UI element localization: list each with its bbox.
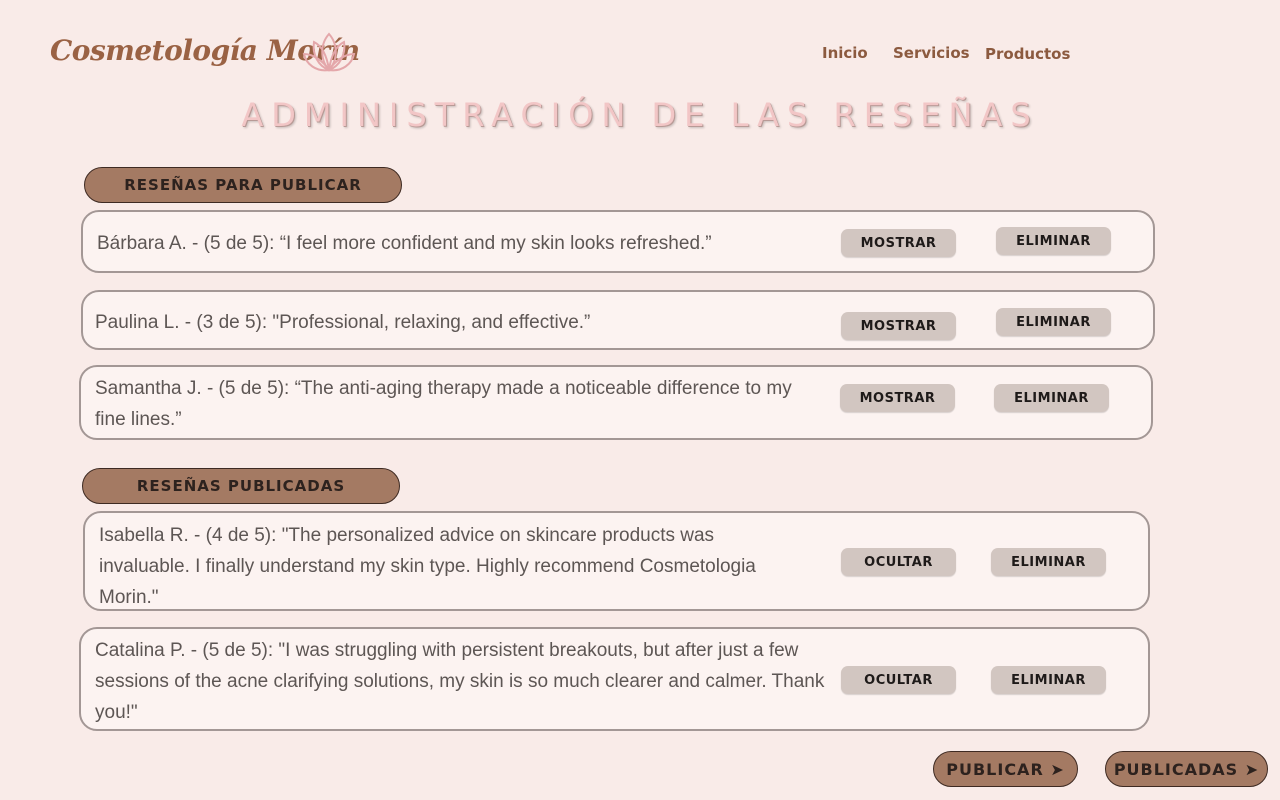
- review-text: Samantha J. - (5 de 5): “The anti-aging …: [95, 378, 792, 430]
- pending-review-card: Samantha J. - (5 de 5): “The anti-aging …: [79, 365, 1153, 440]
- review-text: Paulina L. - (3 de 5): "Professional, re…: [95, 312, 591, 333]
- show-button[interactable]: MOSTRAR: [841, 229, 956, 257]
- publicadas-button[interactable]: PUBLICADAS ➤: [1105, 751, 1268, 787]
- delete-button[interactable]: ELIMINAR: [996, 308, 1111, 336]
- publicar-button[interactable]: PUBLICAR ➤: [933, 751, 1078, 787]
- page-title: ADMINISTRACIÓN DE LAS RESEÑAS: [241, 96, 1039, 134]
- hide-button[interactable]: OCULTAR: [841, 666, 956, 694]
- published-section-heading: RESEÑAS PUBLICADAS: [82, 468, 400, 504]
- pending-review-card: Bárbara A. - (5 de 5): “I feel more conf…: [81, 210, 1155, 273]
- delete-button[interactable]: ELIMINAR: [996, 227, 1111, 255]
- review-text: Catalina P. - (5 de 5): "I was strugglin…: [95, 640, 825, 723]
- review-text: Bárbara A. - (5 de 5): “I feel more conf…: [97, 233, 712, 254]
- published-review-card: Catalina P. - (5 de 5): "I was strugglin…: [79, 627, 1150, 731]
- delete-button[interactable]: ELIMINAR: [991, 548, 1106, 576]
- review-text: Isabella R. - (4 de 5): "The personalize…: [99, 525, 756, 608]
- lotus-icon: [302, 32, 356, 72]
- hide-button[interactable]: OCULTAR: [841, 548, 956, 576]
- show-button[interactable]: MOSTRAR: [840, 384, 955, 412]
- nav-inicio[interactable]: Inicio: [822, 44, 868, 62]
- nav-productos[interactable]: Productos: [985, 45, 1070, 63]
- nav-servicios[interactable]: Servicios: [893, 44, 970, 62]
- delete-button[interactable]: ELIMINAR: [994, 384, 1109, 412]
- published-review-card: Isabella R. - (4 de 5): "The personalize…: [83, 511, 1150, 611]
- pending-section-heading: RESEÑAS PARA PUBLICAR: [84, 167, 402, 203]
- pending-review-card: Paulina L. - (3 de 5): "Professional, re…: [81, 290, 1155, 350]
- delete-button[interactable]: ELIMINAR: [991, 666, 1106, 694]
- show-button[interactable]: MOSTRAR: [841, 312, 956, 340]
